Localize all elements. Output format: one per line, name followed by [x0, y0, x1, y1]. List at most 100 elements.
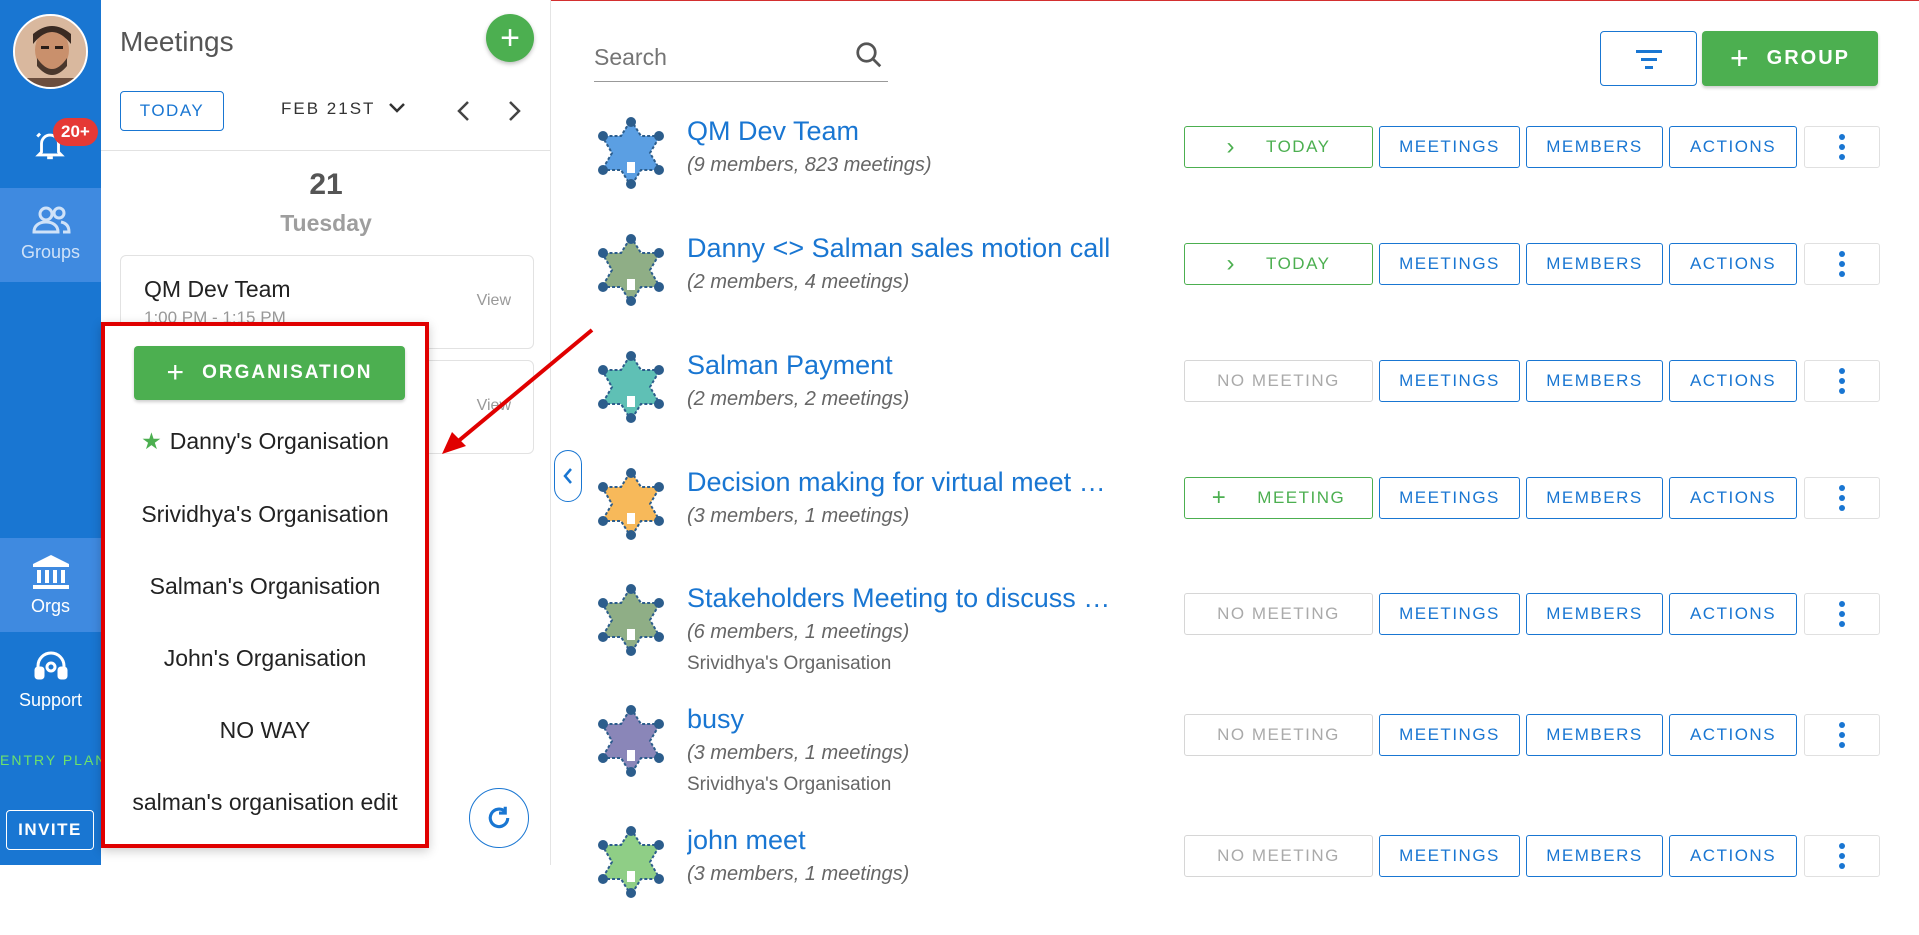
add-organisation-button[interactable]: + ORGANISATION	[134, 346, 405, 400]
search-input[interactable]	[594, 42, 834, 72]
more-vert-icon	[1839, 251, 1845, 277]
group-name[interactable]: Salman Payment	[687, 350, 893, 381]
members-button[interactable]: MEMBERS	[1526, 126, 1663, 168]
more-options-button[interactable]	[1804, 593, 1880, 635]
actions-button[interactable]: ACTIONS	[1669, 360, 1797, 402]
meeting-status-button[interactable]: › TODAY	[1184, 126, 1373, 168]
meetings-button[interactable]: MEETINGS	[1379, 714, 1520, 756]
meeting-status-button[interactable]: + MEETING	[1184, 477, 1373, 519]
meeting-status-label: NO MEETING	[1217, 846, 1340, 865]
group-meta: (9 members, 823 meetings)	[687, 154, 932, 176]
more-options-button[interactable]	[1804, 835, 1880, 877]
actions-button[interactable]: ACTIONS	[1669, 835, 1797, 877]
org-item[interactable]: salman's organisation edit	[105, 789, 425, 816]
today-button[interactable]: TODAY	[120, 91, 224, 131]
chevron-down-icon	[388, 99, 406, 119]
add-meeting-button[interactable]: +	[486, 14, 534, 62]
groups-icon	[31, 206, 71, 234]
more-options-button[interactable]	[1804, 126, 1880, 168]
members-button[interactable]: MEMBERS	[1526, 243, 1663, 285]
meetings-button[interactable]: MEETINGS	[1379, 593, 1520, 635]
members-button[interactable]: MEMBERS	[1526, 593, 1663, 635]
org-item[interactable]: ★ Danny's Organisation	[105, 428, 425, 455]
more-vert-icon	[1839, 722, 1845, 748]
actions-button[interactable]: ACTIONS	[1669, 714, 1797, 756]
meeting-status-button[interactable]: NO MEETING	[1184, 835, 1373, 877]
group-meta: (2 members, 4 meetings)	[687, 271, 910, 293]
group-avatar-icon	[598, 468, 664, 540]
nav-item-orgs[interactable]: Orgs	[0, 538, 101, 632]
day-name: Tuesday	[280, 210, 372, 236]
star-icon: ★	[141, 428, 162, 454]
nav-item-groups[interactable]: Groups	[0, 188, 101, 282]
group-row: Salman Payment (2 members, 2 meetings) NO …	[594, 350, 1884, 460]
meeting-status-button[interactable]: NO MEETING	[1184, 360, 1373, 402]
group-name[interactable]: QM Dev Team	[687, 116, 859, 147]
event-view-link[interactable]: View	[477, 292, 511, 310]
more-options-button[interactable]	[1804, 477, 1880, 519]
more-vert-icon	[1839, 601, 1845, 627]
org-item[interactable]: Salman's Organisation	[105, 573, 425, 600]
group-name[interactable]: Stakeholders Meeting to discuss …	[687, 583, 1110, 614]
prev-day-button[interactable]	[456, 98, 472, 129]
nav-groups-label: Groups	[20, 242, 81, 262]
date-selector[interactable]: FEB 21ST	[281, 99, 406, 119]
meeting-status-button[interactable]: › TODAY	[1184, 243, 1373, 285]
members-button[interactable]: MEMBERS	[1526, 477, 1663, 519]
actions-button[interactable]: ACTIONS	[1669, 126, 1797, 168]
meeting-status-button[interactable]: NO MEETING	[1184, 593, 1373, 635]
invite-button[interactable]: INVITE	[6, 810, 94, 850]
chevron-left-icon	[457, 101, 469, 121]
actions-button[interactable]: ACTIONS	[1669, 243, 1797, 285]
plus-icon: +	[1211, 484, 1228, 511]
more-options-button[interactable]	[1804, 243, 1880, 285]
group-row: Danny <> Salman sales motion call (2 memb…	[594, 233, 1884, 343]
group-name[interactable]: Decision making for virtual meet …	[687, 467, 1106, 498]
meeting-status-label: NO MEETING	[1217, 725, 1340, 744]
organisation-menu: + ORGANISATION ★ Danny's Organisation Sri…	[101, 322, 429, 848]
more-options-button[interactable]	[1804, 360, 1880, 402]
group-name[interactable]: Danny <> Salman sales motion call	[687, 233, 1110, 264]
members-button[interactable]: MEMBERS	[1526, 360, 1663, 402]
org-item[interactable]: John's Organisation	[105, 645, 425, 672]
group-row: john meet (3 members, 1 meetings) NO MEETI…	[594, 825, 1884, 935]
add-group-label: GROUP	[1766, 47, 1851, 69]
meetings-button[interactable]: MEETINGS	[1379, 243, 1520, 285]
user-avatar[interactable]	[13, 14, 88, 89]
group-avatar-icon	[598, 826, 664, 898]
group-name[interactable]: busy	[687, 704, 744, 735]
meetings-button[interactable]: MEETINGS	[1379, 126, 1520, 168]
org-item[interactable]: NO WAY	[105, 717, 425, 744]
meeting-status-button[interactable]: NO MEETING	[1184, 714, 1373, 756]
org-item[interactable]: Srividhya's Organisation	[105, 501, 425, 528]
divider	[101, 150, 550, 151]
search-icon[interactable]	[854, 40, 884, 70]
group-meta: (2 members, 2 meetings)	[687, 388, 910, 410]
group-row: Decision making for virtual meet … (3 mem…	[594, 467, 1884, 577]
members-button[interactable]: MEMBERS	[1526, 714, 1663, 756]
refresh-button[interactable]	[469, 788, 529, 848]
filter-button[interactable]	[1600, 31, 1697, 86]
meetings-button[interactable]: MEETINGS	[1379, 477, 1520, 519]
group-meta: (3 members, 1 meetings)	[687, 863, 910, 885]
top-border	[551, 0, 1919, 1]
chevron-right-icon: ›	[1226, 133, 1236, 160]
add-group-button[interactable]: + GROUP	[1702, 31, 1878, 86]
annotation-arrow-icon	[442, 328, 594, 454]
plus-icon: +	[166, 356, 187, 389]
actions-button[interactable]: ACTIONS	[1669, 593, 1797, 635]
refresh-icon	[488, 806, 510, 829]
group-row: busy (3 members, 1 meetings) Srividhya's O…	[594, 704, 1884, 814]
group-avatar-icon	[598, 234, 664, 306]
next-day-button[interactable]	[506, 98, 522, 129]
meetings-button[interactable]: MEETINGS	[1379, 835, 1520, 877]
nav-item-support[interactable]: Support	[0, 634, 101, 728]
group-name[interactable]: john meet	[687, 825, 806, 856]
actions-button[interactable]: ACTIONS	[1669, 477, 1797, 519]
meeting-status-label: TODAY	[1266, 137, 1331, 156]
more-vert-icon	[1839, 485, 1845, 511]
meetings-button[interactable]: MEETINGS	[1379, 360, 1520, 402]
members-button[interactable]: MEMBERS	[1526, 835, 1663, 877]
plus-icon: +	[1729, 40, 1751, 76]
more-options-button[interactable]	[1804, 714, 1880, 756]
